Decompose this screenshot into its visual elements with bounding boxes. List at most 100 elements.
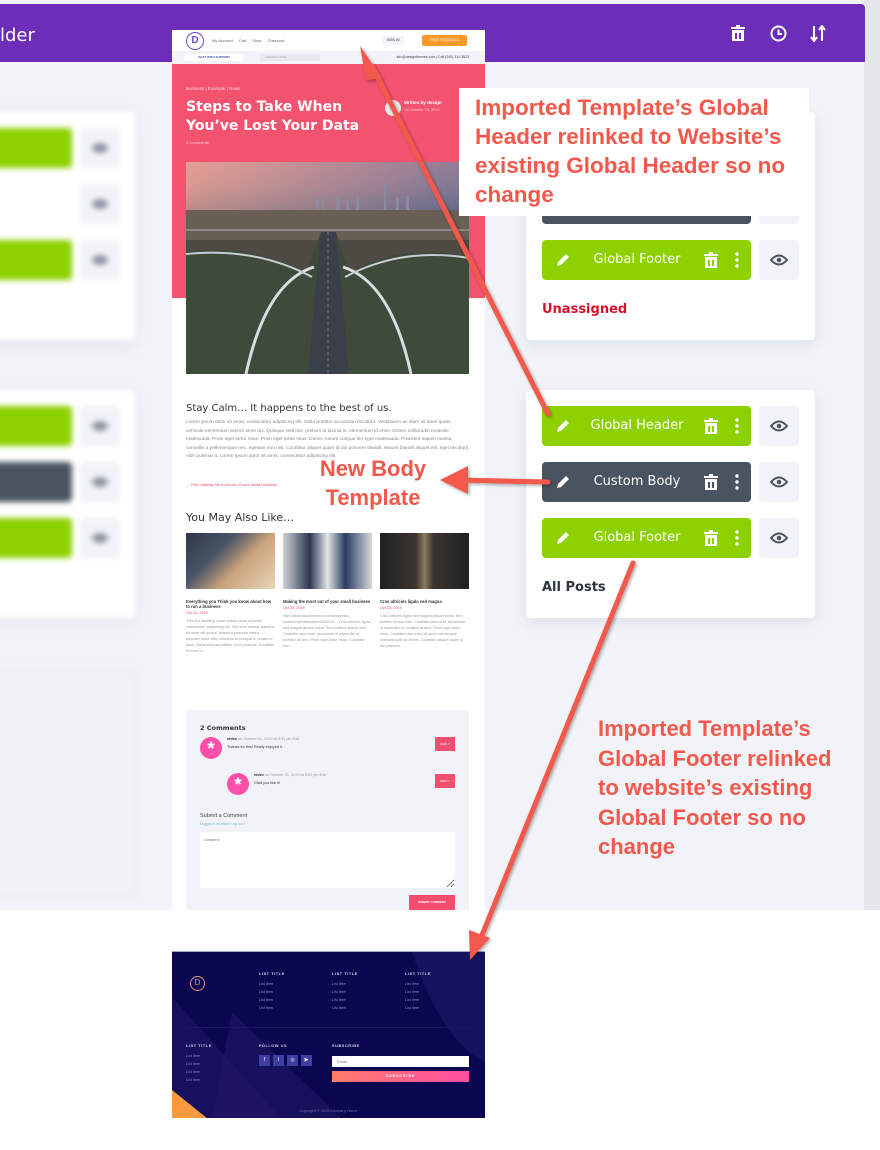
footer-list-item[interactable]: List Item xyxy=(186,1052,212,1060)
eye-icon[interactable] xyxy=(80,184,120,224)
follow-us-title: FOLLOW US xyxy=(259,1044,288,1048)
facebook-icon[interactable]: f xyxy=(259,1055,270,1066)
youtube-icon[interactable]: ▶ xyxy=(301,1055,312,1066)
template-card-all-posts: Global Header Custom Body Global Footer … xyxy=(526,390,815,618)
footer-list-title: LIST TITLE xyxy=(405,972,431,976)
template-row-global-footer[interactable]: Global Footer xyxy=(542,518,751,558)
sort-arrows-icon[interactable] xyxy=(809,22,827,44)
more-options-icon[interactable] xyxy=(735,418,739,434)
footer-list-item[interactable]: List Item xyxy=(332,996,358,1004)
preview-eye-button[interactable] xyxy=(759,406,799,446)
chat-support-button[interactable]: CHAT WITH SUPPORT xyxy=(184,54,244,61)
footer-list-item[interactable]: List Item xyxy=(259,988,285,996)
footer-list-item[interactable]: List Item xyxy=(186,1060,212,1068)
related-post-card[interactable]: Everything you Think you know about how … xyxy=(186,533,275,654)
related-post-thumbnail[interactable] xyxy=(283,533,372,589)
comment-textarea[interactable] xyxy=(200,832,455,888)
related-post-title[interactable]: Everything you Think you know about how … xyxy=(186,599,275,609)
template-row-global-header[interactable]: Global Header xyxy=(542,406,751,446)
instagram-icon[interactable]: ◎ xyxy=(287,1055,298,1066)
history-clock-icon[interactable] xyxy=(769,22,787,44)
related-post-card[interactable]: Cras ultricies ligula sed magna Oct 23, … xyxy=(380,533,469,649)
site-search-input[interactable]: SEARCH SITE xyxy=(260,54,320,61)
logged-in-link[interactable]: Logged in as etdev. Log out? xyxy=(200,822,245,826)
breadcrumb: Business | Example | News xyxy=(186,86,241,91)
nav-link[interactable]: Checkout xyxy=(268,38,285,43)
comment-date: on October 31, 2019 at 5:01 pm xyxy=(237,737,292,741)
template-row-button[interactable] xyxy=(0,406,72,446)
twitter-icon[interactable]: t xyxy=(273,1055,284,1066)
trash-icon[interactable] xyxy=(704,530,718,546)
add-template-card[interactable] xyxy=(0,668,135,896)
trash-icon[interactable] xyxy=(704,418,718,434)
footer-list-item[interactable]: List Item xyxy=(186,1076,212,1084)
footer-list-item[interactable]: List Item xyxy=(186,1068,212,1076)
subscribe-button[interactable]: SUBSCRIBE xyxy=(332,1071,469,1082)
more-options-icon[interactable] xyxy=(735,530,739,546)
template-row-global-footer[interactable]: Global Footer xyxy=(542,240,751,280)
related-post-title[interactable]: Cras ultricies ligula sed magna xyxy=(380,599,469,604)
comment-author: etdev xyxy=(227,737,237,741)
footer-list-item[interactable]: List Item xyxy=(332,1004,358,1012)
preview-header: D My Account Cart Shop Checkout SIGN IN … xyxy=(172,30,485,52)
nav-link[interactable]: My Account xyxy=(212,38,233,43)
pencil-icon[interactable] xyxy=(554,417,572,435)
trash-icon[interactable] xyxy=(704,474,718,490)
footer-list-item[interactable]: List Item xyxy=(332,988,358,996)
pencil-icon[interactable] xyxy=(554,251,572,269)
footer-list-item[interactable]: List Item xyxy=(259,1004,285,1012)
eye-icon[interactable] xyxy=(80,406,120,446)
template-row-button[interactable] xyxy=(0,518,72,558)
comment-edit-link[interactable]: Edit xyxy=(320,773,327,777)
nav-link[interactable]: Shop xyxy=(252,38,261,43)
cta-button[interactable]: FREE PACKAGES xyxy=(422,35,467,46)
pencil-icon[interactable] xyxy=(554,473,572,491)
related-post-thumbnail[interactable] xyxy=(380,533,469,589)
author-name: Written by design xyxy=(404,100,442,105)
template-row-custom-body[interactable]: Custom Body xyxy=(542,462,751,502)
site-logo[interactable]: D xyxy=(186,32,204,50)
trash-icon[interactable] xyxy=(729,22,747,44)
footer-list-item[interactable]: List Item xyxy=(405,988,431,996)
footer-list-item[interactable]: List Item xyxy=(405,996,431,1004)
footer-list-item[interactable]: List Item xyxy=(332,980,358,988)
sign-in-button[interactable]: SIGN IN xyxy=(382,36,404,45)
more-options-icon[interactable] xyxy=(735,474,739,490)
related-post-excerpt: Cras ultricies ligula sed magna dictum p… xyxy=(380,614,466,648)
eye-icon[interactable] xyxy=(80,128,120,168)
footer-list-item[interactable]: List Item xyxy=(405,980,431,988)
template-row-button[interactable] xyxy=(0,240,72,280)
footer-list-title: LIST TITLE xyxy=(332,972,358,976)
comment-edit-link[interactable]: Edit xyxy=(293,737,300,741)
more-options-icon[interactable] xyxy=(735,252,739,268)
eye-icon[interactable] xyxy=(80,240,120,280)
email-input[interactable] xyxy=(332,1056,469,1067)
template-row-button[interactable] xyxy=(0,128,72,168)
trash-icon[interactable] xyxy=(704,252,718,268)
eye-icon[interactable] xyxy=(80,462,120,502)
footer-logo[interactable]: D xyxy=(190,976,205,991)
preview-eye-button[interactable] xyxy=(759,240,799,280)
pencil-icon[interactable] xyxy=(554,529,572,547)
related-post-thumbnail[interactable] xyxy=(186,533,275,589)
submit-comment-button[interactable]: SUBMIT COMMENT xyxy=(409,895,455,910)
nav-link[interactable]: Cart xyxy=(239,38,247,43)
comment-count[interactable]: 2 Comments xyxy=(186,140,209,145)
preview-eye-button[interactable] xyxy=(759,462,799,502)
comment-meta: etdev on October 31, 2019 at 5:02 pm Edi… xyxy=(254,773,326,777)
previous-post-link[interactable]: ← Prev Making the most out of your small… xyxy=(186,482,277,487)
related-post-title[interactable]: Making the most out of your small busine… xyxy=(283,599,372,604)
reply-button[interactable]: REPLY xyxy=(435,737,455,751)
footer-list-item[interactable]: List Item xyxy=(405,1004,431,1012)
footer-list-item[interactable]: List Item xyxy=(259,980,285,988)
eye-icon[interactable] xyxy=(80,518,120,558)
subscribe-title: SUBSCRIBE xyxy=(332,1044,360,1048)
related-post-card[interactable]: Making the most out of your small busine… xyxy=(283,533,372,649)
footer-list-title: LIST TITLE xyxy=(259,972,285,976)
preview-eye-button[interactable] xyxy=(759,518,799,558)
reply-button[interactable]: REPLY xyxy=(435,774,455,788)
featured-image-highway xyxy=(186,162,469,374)
eye-icon xyxy=(770,420,788,432)
footer-list-item[interactable]: List Item xyxy=(259,996,285,1004)
template-row-button[interactable] xyxy=(0,462,72,502)
